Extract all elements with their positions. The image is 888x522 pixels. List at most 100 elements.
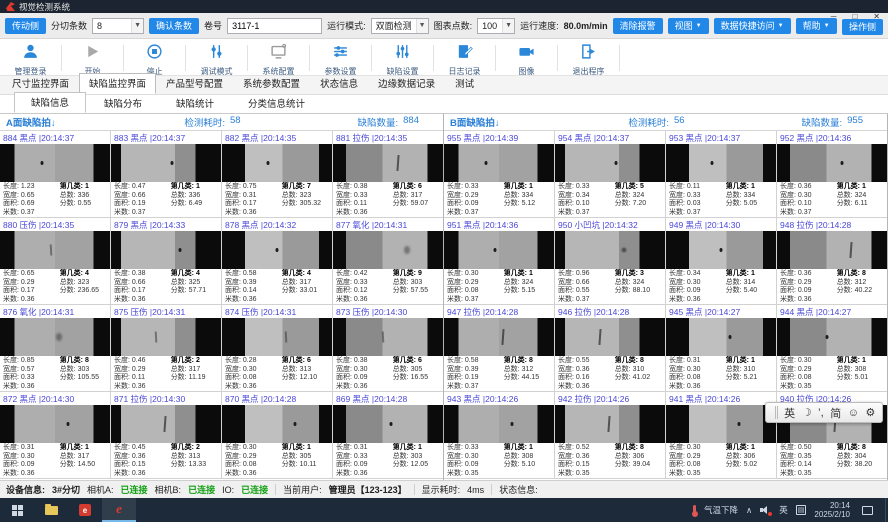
confirm-count-button[interactable]: 确认条数 [149, 18, 199, 34]
gear-icon[interactable]: ⚙ [866, 406, 876, 419]
tab-size-monitor[interactable]: 尺寸监控界面 [2, 73, 79, 94]
defect-cell[interactable]: 883 黑点 |20:14:37 长度: 0.47 宽度: 0.66 面积: 0… [111, 131, 222, 218]
coil-input[interactable] [227, 18, 322, 34]
defect-cell[interactable]: 942 拉伤 |20:14:26 长度: 0.52 宽度: 0.36 面积: 0… [555, 392, 666, 479]
defect-cell[interactable]: 873 压伤 |20:14:30 长度: 0.38 宽度: 0.30 面积: 0… [333, 305, 444, 392]
defect-cell[interactable]: 871 拉伤 |20:14:30 长度: 0.45 宽度: 0.36 面积: 0… [111, 392, 222, 479]
defect-cell[interactable]: 951 黑点 |20:14:36 长度: 0.30 宽度: 0.29 面积: 0… [444, 218, 555, 305]
val-score: 分数: 5.05 [726, 200, 774, 209]
val-class: 第几类: 2 [171, 444, 219, 453]
ime-lang-indicator[interactable]: 英 [779, 504, 788, 516]
emoji-icon[interactable]: ☺ [848, 407, 859, 419]
defect-panels: A面缺陷拍↓ 检测耗时:58 缺陷数量:884 884 黑点 |20:14:37… [0, 113, 888, 480]
defect-cell[interactable]: 881 拉伤 |20:14:35 长度: 0.38 宽度: 0.33 面积: 0… [333, 131, 444, 218]
defect-cell[interactable]: 954 黑点 |20:14:37 长度: 0.33 宽度: 0.34 面积: 0… [555, 131, 666, 218]
debug-mode-button[interactable]: 调试模式 [188, 41, 245, 75]
defect-cell[interactable]: 876 氧化 |20:14:31 长度: 0.85 宽度: 0.57 面积: 0… [0, 305, 111, 392]
defect-mark [390, 422, 393, 426]
simplified-toggle[interactable]: 简 [830, 405, 841, 421]
drag-handle[interactable] [775, 406, 778, 419]
taskbar-clock[interactable]: 20:14 2025/2/10 [814, 501, 850, 519]
defect-cell[interactable]: 875 压伤 |20:14:31 长度: 0.46 宽度: 0.29 面积: 0… [111, 305, 222, 392]
slit-count-select[interactable]: 8 ▼ [92, 18, 144, 34]
defect-cell[interactable]: 877 氧化 |20:14:31 长度: 0.42 宽度: 0.33 面积: 0… [333, 218, 444, 305]
notification-center-icon[interactable] [862, 506, 873, 515]
ime-lang-toggle[interactable]: 英 [784, 405, 795, 421]
defect-mark [67, 422, 70, 426]
defect-cell[interactable]: 874 压伤 |20:14:31 长度: 0.28 宽度: 0.30 面积: 0… [222, 305, 333, 392]
weather-text[interactable]: 气温下降 [704, 504, 738, 516]
image-button[interactable]: 图像 [498, 41, 555, 75]
ime-mode-icon[interactable]: ▤ [796, 505, 807, 515]
defect-count: 缺陷数量:884 [286, 115, 437, 129]
moon-icon[interactable]: ☽ [802, 406, 812, 419]
param-settings-button[interactable]: 参数设置 [312, 41, 369, 75]
stop-button[interactable]: 停止 [126, 41, 183, 75]
exit-program-button[interactable]: 退出程序 [560, 41, 617, 75]
close-button[interactable]: ✕ [873, 12, 880, 21]
start-button[interactable] [0, 498, 34, 522]
defect-cell[interactable]: 941 黑点 |20:14:26 长度: 0.30 宽度: 0.29 面积: 0… [666, 392, 777, 479]
defect-cell[interactable]: 878 黑点 |20:14:32 长度: 0.58 宽度: 0.39 面积: 0… [222, 218, 333, 305]
defect-cell[interactable]: 946 拉伤 |20:14:28 长度: 0.55 宽度: 0.36 面积: 0… [555, 305, 666, 392]
val-area: 面积: 0.09 [669, 287, 726, 296]
tab-test[interactable]: 测试 [445, 73, 484, 94]
defect-cell[interactable]: 948 拉伤 |20:14:28 长度: 0.36 宽度: 0.29 面积: 0… [777, 218, 888, 305]
defect-cell[interactable]: 945 黑点 |20:14:27 长度: 0.31 宽度: 0.30 面积: 0… [666, 305, 777, 392]
val-meter: 米数: 0.36 [225, 470, 282, 479]
val-length: 长度: 0.36 [780, 183, 837, 192]
defect-cell[interactable]: 955 黑点 |20:14:39 长度: 0.33 宽度: 0.29 面积: 0… [444, 131, 555, 218]
chart-points-select[interactable]: 100 ▼ [477, 18, 515, 34]
clear-alarm-button[interactable]: 清除报警 [613, 18, 663, 34]
subtab-defect-distribution[interactable]: 缺陷分布 [88, 94, 158, 113]
val-meter: 米数: 0.36 [336, 296, 393, 305]
defect-cell[interactable]: 882 黑点 |20:14:35 长度: 0.75 宽度: 0.31 面积: 0… [222, 131, 333, 218]
speaker-muted-icon[interactable] [760, 505, 771, 515]
maximize-button[interactable]: □ [852, 12, 857, 21]
defect-cell[interactable]: 870 黑点 |20:14:28 长度: 0.30 宽度: 0.29 面积: 0… [222, 392, 333, 479]
minimize-button[interactable]: ─ [831, 12, 837, 21]
val-total: 总数: 317 [171, 366, 219, 375]
val-score: 分数: 236.65 [60, 287, 108, 296]
defect-cell[interactable]: 880 压伤 |20:14:35 长度: 0.65 宽度: 0.29 面积: 0… [0, 218, 111, 305]
start-button[interactable]: 开始 [64, 41, 121, 75]
data-quick-menu-button[interactable]: 数据快捷访问▼ [714, 18, 791, 34]
run-mode-select[interactable]: 双面检测 ▼ [371, 18, 429, 34]
defect-settings-button[interactable]: 缺陷设置 [374, 41, 431, 75]
tab-status-info[interactable]: 状态信息 [310, 73, 368, 94]
defect-cell[interactable]: 949 黑点 |20:14:30 长度: 0.34 宽度: 0.30 面积: 0… [666, 218, 777, 305]
tab-edge-data[interactable]: 边缘数据记录 [368, 73, 445, 94]
defect-cell[interactable]: 944 黑点 |20:14:27 长度: 0.30 宽度: 0.29 面积: 0… [777, 305, 888, 392]
file-explorer-button[interactable] [34, 498, 68, 522]
defect-cell[interactable]: 879 黑点 |20:14:33 长度: 0.38 宽度: 0.66 面积: 0… [111, 218, 222, 305]
active-app-button[interactable]: e [102, 498, 136, 522]
log-record-button[interactable]: 日志记录 [436, 41, 493, 75]
system-config-button[interactable]: 系统配置 [250, 41, 307, 75]
defect-cell[interactable]: 953 黑点 |20:14:37 长度: 0.11 宽度: 0.33 面积: 0… [666, 131, 777, 218]
val-length: 长度: 0.58 [225, 270, 282, 279]
tray-expand-button[interactable]: ∧ [746, 505, 752, 516]
defect-cell[interactable]: 872 黑点 |20:14:30 长度: 0.31 宽度: 0.30 面积: 0… [0, 392, 111, 479]
subtab-defect-info[interactable]: 缺陷信息 [14, 92, 86, 113]
subtab-class-stats[interactable]: 分类信息统计 [232, 94, 321, 113]
drive-side-button[interactable]: 传动侧 [5, 18, 46, 34]
defect-cell[interactable]: 952 黑点 |20:14:36 长度: 0.36 宽度: 0.30 面积: 0… [777, 131, 888, 218]
subtab-defect-stats[interactable]: 缺陷统计 [160, 94, 230, 113]
tab-system-params[interactable]: 系统参数配置 [233, 73, 310, 94]
defect-cell[interactable]: 950 小凹坑 |20:14:32 长度: 0.96 宽度: 0.66 面积: … [555, 218, 666, 305]
val-total: 总数: 323 [60, 279, 108, 288]
tab-defect-monitor[interactable]: 缺陷监控界面 [79, 73, 156, 94]
pinned-app-button[interactable]: e [68, 498, 102, 522]
show-desktop-strip[interactable] [885, 498, 886, 522]
tab-product-config[interactable]: 产品型号配置 [156, 73, 233, 94]
admin-login-button[interactable]: 管理登录 [2, 41, 59, 75]
operate-side-button[interactable]: 操作侧 [842, 19, 883, 35]
defect-cell[interactable]: 947 拉伤 |20:14:28 长度: 0.58 宽度: 0.39 面积: 0… [444, 305, 555, 392]
val-class: 第几类: 8 [615, 357, 663, 366]
defect-cell[interactable]: 884 黑点 |20:14:37 长度: 1.23 宽度: 0.65 面积: 0… [0, 131, 111, 218]
defect-cell[interactable]: 943 黑点 |20:14:26 长度: 0.33 宽度: 0.30 面积: 0… [444, 392, 555, 479]
defect-cell[interactable]: 869 黑点 |20:14:28 长度: 0.31 宽度: 0.33 面积: 0… [333, 392, 444, 479]
view-menu-button[interactable]: 视图▼ [668, 18, 709, 34]
punctuation-toggle[interactable]: ’, [818, 407, 824, 419]
val-length: 长度: 0.30 [447, 270, 504, 279]
